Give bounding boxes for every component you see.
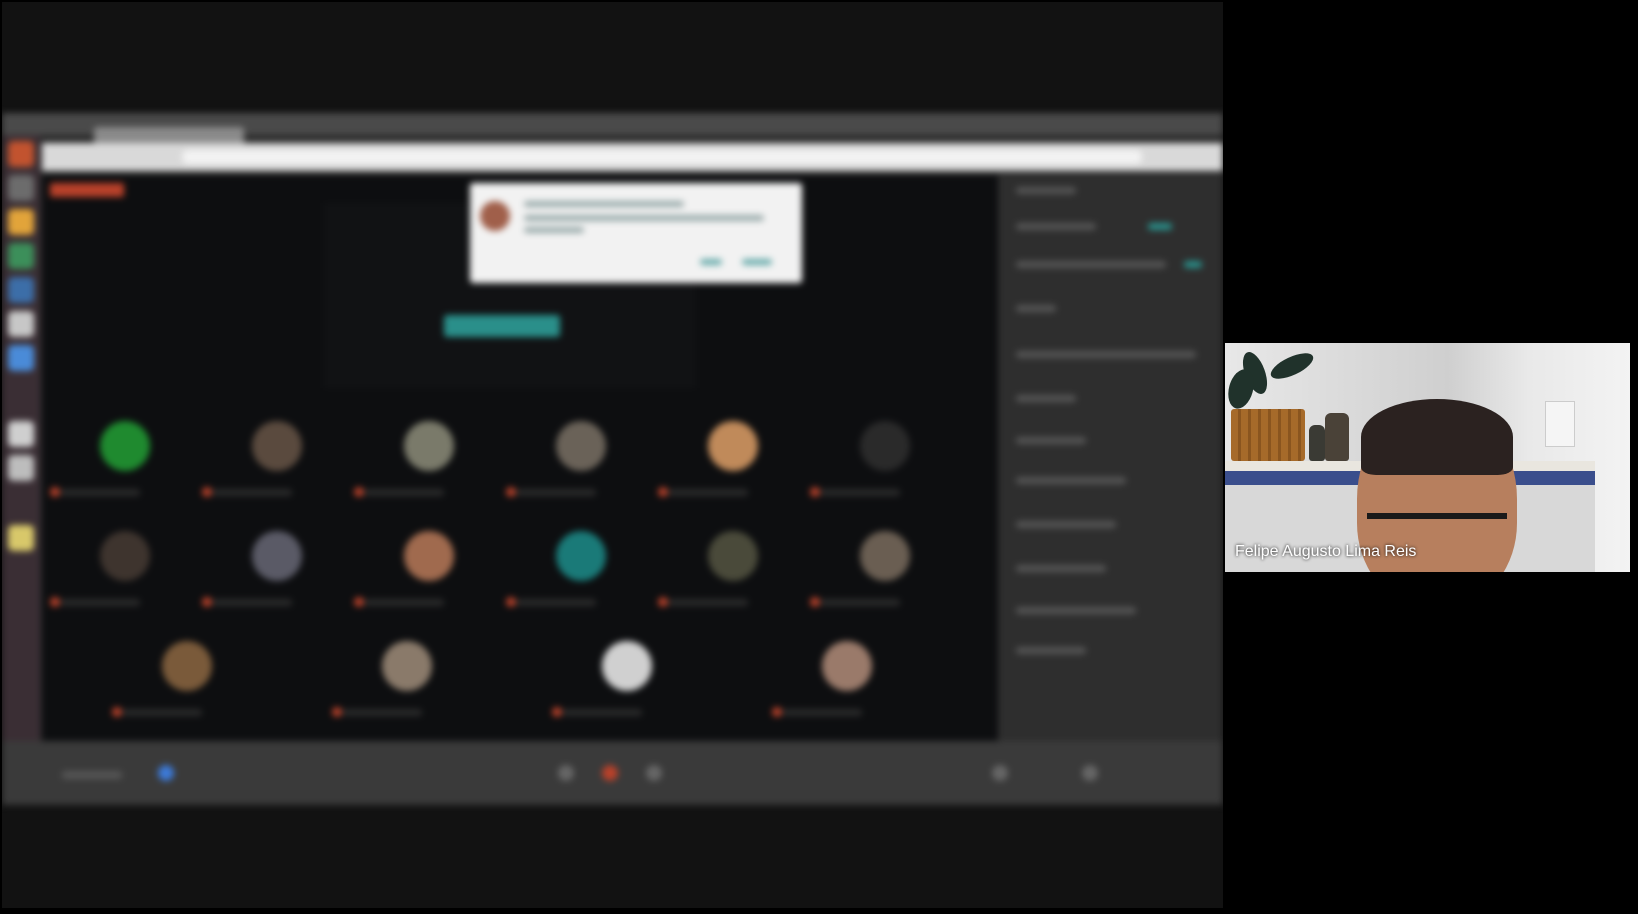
shared-screen (2, 113, 1223, 805)
address-bar (182, 150, 1142, 164)
participant-tile (810, 517, 960, 621)
participant-tile (50, 517, 200, 621)
launcher-icon (8, 175, 34, 201)
participant-tile (202, 517, 352, 621)
meeting-controls-bar (2, 741, 1223, 805)
sidebar-line (1016, 477, 1126, 484)
participant-tile (50, 407, 200, 511)
sidebar-line (1016, 351, 1196, 358)
participant-tile (658, 517, 808, 621)
participant-video-thumbnail[interactable]: Felipe Augusto Lima Reis (1225, 343, 1630, 572)
sidebar-line (1016, 565, 1106, 572)
dialog-line (524, 201, 684, 207)
sidebar-line (1016, 647, 1086, 654)
sidebar-line (1016, 261, 1166, 268)
launcher-icon (8, 141, 34, 167)
participant-name: Felipe Augusto Lima Reis (1235, 543, 1417, 560)
launcher-icon (8, 525, 34, 551)
launcher-icon (8, 277, 34, 303)
control-icon (992, 765, 1008, 781)
dialog-line (524, 215, 764, 221)
sidebar-line (1148, 223, 1172, 230)
plant-pot (1231, 409, 1305, 461)
sidebar-line (1016, 395, 1076, 402)
dialog-line (524, 227, 584, 233)
participant-tile (506, 517, 656, 621)
participant-tile (772, 627, 922, 731)
sidebar-line (1016, 521, 1116, 528)
person-hair (1361, 399, 1513, 475)
controls-label (62, 771, 122, 779)
launcher-icon (8, 209, 34, 235)
avatar (480, 201, 510, 231)
launcher-icon (8, 455, 34, 481)
control-icon (602, 765, 618, 781)
launcher-icon (8, 243, 34, 269)
chat-sidebar (998, 175, 1223, 805)
app-logo (50, 183, 124, 197)
meeting-app-window (42, 175, 998, 805)
control-icon (1082, 765, 1098, 781)
control-icon (646, 765, 662, 781)
participant-tile (810, 407, 960, 511)
participant-tile (332, 627, 482, 731)
launcher-icon (8, 311, 34, 337)
bottle (1309, 425, 1325, 461)
sidebar-line (1184, 261, 1202, 268)
participant-tile (506, 407, 656, 511)
control-icon (558, 765, 574, 781)
main-video-area (2, 2, 1223, 908)
control-icon (158, 765, 174, 781)
notification-dialog (470, 183, 802, 283)
participant-tile (354, 407, 504, 511)
participant-tile (202, 407, 352, 511)
sidebar-line (1016, 305, 1056, 312)
join-button (444, 315, 560, 337)
sidebar-line (1016, 437, 1086, 444)
dialog-button (742, 259, 772, 265)
participant-tile (552, 627, 702, 731)
sidebar-line (1016, 607, 1136, 614)
wall-switch (1545, 401, 1575, 447)
sidebar-line (1016, 223, 1096, 230)
participant-tile (354, 517, 504, 621)
sidebar-line (1016, 187, 1076, 194)
participant-tile (112, 627, 262, 731)
dialog-button (700, 259, 722, 265)
bottle (1325, 413, 1349, 461)
launcher-icon (8, 345, 34, 371)
browser-tab (94, 127, 244, 143)
participant-tile (658, 407, 808, 511)
launcher-icon (8, 421, 34, 447)
os-launcher (2, 135, 40, 805)
